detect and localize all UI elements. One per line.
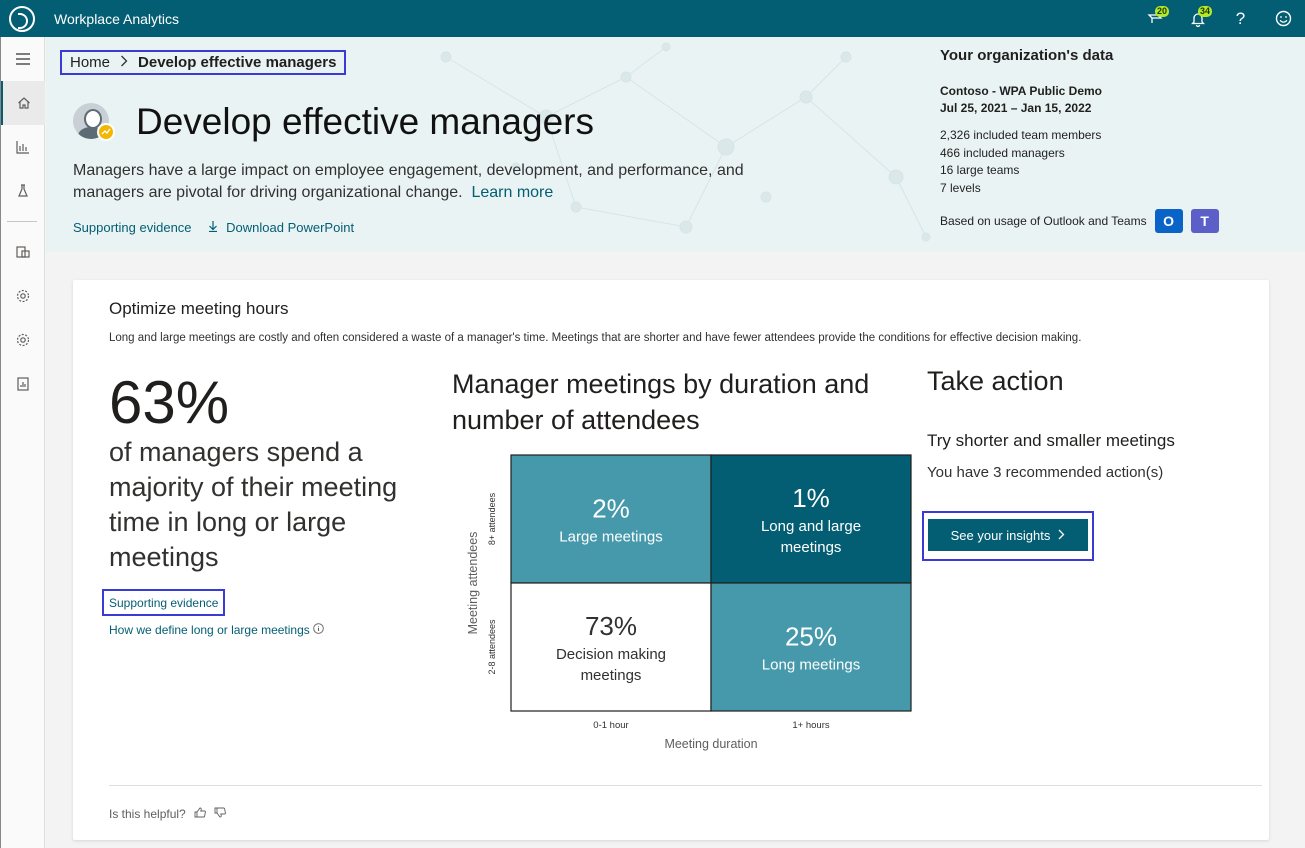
breadcrumb: Home Develop effective managers — [60, 50, 347, 75]
learn-more-link[interactable]: Learn more — [471, 184, 553, 201]
heatmap-cell-label: meetings — [581, 667, 642, 684]
org-name: Contoso - WPA Public Demo — [940, 84, 1102, 98]
page-title: Develop effective managers — [136, 101, 594, 142]
hero-banner: Home Develop effective managers Develop … — [46, 37, 1305, 252]
report-icon[interactable] — [1, 362, 45, 406]
page-description: Managers have a large impact on employee… — [73, 160, 773, 204]
org-usage: Based on usage of Outlook and Teams O T — [940, 209, 1280, 233]
app-title: Workplace Analytics — [54, 10, 180, 27]
breadcrumb-home-link[interactable]: Home — [70, 54, 110, 71]
card-title: Optimize meeting hours — [109, 299, 289, 318]
insights-button-focus: See your insights — [922, 511, 1094, 561]
org-stat: 2,326 included team members — [940, 128, 1102, 142]
feedback-row: Is this helpful? — [109, 807, 226, 821]
teams-icon: T — [1190, 209, 1219, 233]
settings-gear-icon[interactable] — [1, 274, 45, 318]
chart-title: Manager meetings by duration and number … — [452, 369, 870, 435]
org-stat: 16 large teams — [940, 163, 1020, 177]
x-tick-label: 0-1 hour — [593, 720, 628, 731]
admin-gear-icon[interactable] — [1, 318, 45, 362]
headline-stat: 63% — [109, 369, 230, 436]
download-icon — [208, 220, 222, 235]
home-icon[interactable] — [1, 81, 45, 125]
hero-links: Supporting evidence Download PowerPoint — [73, 220, 354, 235]
meeting-heatmap-chart: 2% Large meetings 1% Long and large meetings… — [466, 454, 912, 751]
left-navigation-rail — [0, 37, 45, 848]
thumbs-down-icon[interactable] — [214, 807, 226, 821]
data-sources-icon[interactable] — [1, 230, 45, 274]
feedback-badge: 20 — [1155, 6, 1170, 17]
card-divider — [109, 785, 1262, 786]
notification-bell-icon[interactable]: 34 — [1176, 0, 1219, 37]
heatmap-cell-value: 1% — [792, 483, 830, 513]
definition-link[interactable]: How we define long or large meetings — [109, 623, 324, 637]
top-bar: Workplace Analytics 20 34 ? — [0, 0, 1305, 37]
action-count-text: You have 3 recommended action(s) — [927, 464, 1164, 481]
insight-card: Optimize meeting hours Long and large me… — [73, 280, 1269, 840]
heatmap-cell-label: Large meetings — [559, 529, 662, 546]
see-your-insights-label: See your insights — [950, 527, 1051, 543]
heatmap-cell-label: Long meetings — [762, 657, 860, 674]
trend-badge-icon — [97, 123, 115, 141]
headline-stat-description: of managers spend a majority of their me… — [109, 437, 398, 572]
heatmap-cell-label: Decision making — [556, 646, 666, 663]
y-tick-label: 2-8 attendees — [487, 619, 497, 675]
page-description-text: Managers have a large impact on employee… — [73, 162, 744, 201]
org-stat: 466 included managers — [940, 145, 1065, 160]
chevron-right-icon — [120, 55, 128, 70]
org-data-panel: Your organization's data Contoso - WPA P… — [940, 47, 1280, 233]
help-icon[interactable]: ? — [1219, 0, 1262, 37]
see-your-insights-button[interactable]: See your insights — [928, 519, 1088, 551]
info-icon — [313, 623, 324, 637]
action-subtitle: Try shorter and smaller meetings — [927, 431, 1175, 450]
heatmap-cell-label: Long and large — [761, 518, 861, 535]
org-stat: 7 levels — [940, 180, 981, 195]
heatmap-cell-label: meetings — [781, 539, 842, 556]
top-icons: 20 34 ? — [1133, 0, 1305, 37]
heatmap-cell-value: 73% — [585, 611, 637, 641]
take-action-title: Take action — [927, 366, 1064, 396]
y-tick-label: 8+ attendees — [487, 492, 497, 545]
x-tick-label: 1+ hours — [792, 720, 829, 731]
supporting-evidence-link[interactable]: Supporting evidence — [102, 589, 226, 616]
org-data-title: Your organization's data — [940, 47, 1114, 64]
hamburger-menu-icon[interactable] — [1, 37, 45, 81]
feedback-icon[interactable]: 20 — [1133, 0, 1176, 37]
rail-divider — [7, 221, 37, 222]
notification-badge: 34 — [1198, 6, 1213, 17]
helpful-question: Is this helpful? — [109, 807, 186, 821]
y-axis-label: Meeting attendees — [466, 532, 480, 635]
outlook-icon: O — [1154, 209, 1183, 233]
network-decoration — [440, 42, 931, 242]
definition-link-label: How we define long or large meetings — [109, 623, 310, 637]
download-powerpoint-label: Download PowerPoint — [226, 220, 355, 235]
thumbs-up-icon[interactable] — [194, 807, 206, 821]
breadcrumb-current: Develop effective managers — [138, 54, 337, 71]
heatmap-cell-value: 2% — [592, 494, 630, 524]
org-date-range: Jul 25, 2021 – Jan 15, 2022 — [940, 101, 1092, 115]
heatmap-cell-value: 25% — [785, 622, 837, 652]
analysis-chart-icon[interactable] — [1, 125, 45, 169]
chevron-right-icon — [1058, 528, 1065, 543]
card-description: Long and large meetings are costly and o… — [109, 332, 1082, 344]
org-usage-text: Based on usage of Outlook and Teams — [940, 214, 1147, 228]
download-powerpoint-link[interactable]: Download PowerPoint — [208, 220, 355, 235]
smiley-icon[interactable] — [1262, 0, 1305, 37]
x-axis-label: Meeting duration — [664, 737, 757, 751]
supporting-evidence-link[interactable]: Supporting evidence — [73, 220, 192, 235]
flask-icon[interactable] — [1, 169, 45, 213]
workplace-analytics-logo-icon[interactable] — [9, 5, 35, 32]
